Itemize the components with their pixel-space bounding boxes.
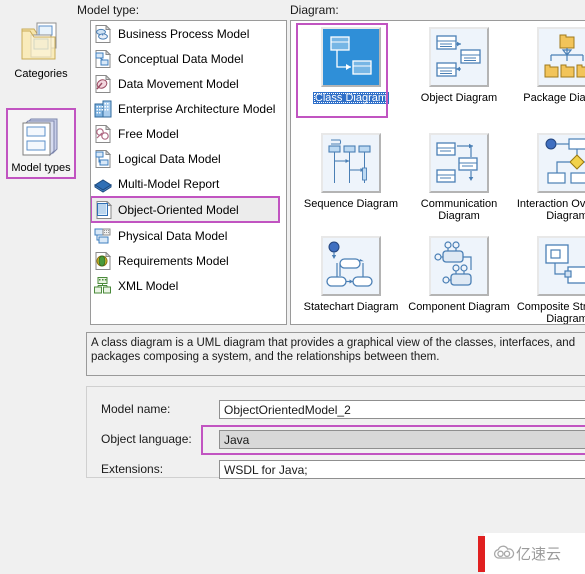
composite-structure-diagram-icon <box>537 236 585 296</box>
enterprise-architecture-model-icon <box>94 100 112 118</box>
diagram-label: Diagram: <box>290 3 339 17</box>
diagram-item[interactable]: Object Diagram <box>407 27 511 104</box>
business-process-model-icon <box>94 23 112 43</box>
model-type-item-label: Object-Oriented Model <box>118 202 239 217</box>
form-row-label: Model name: <box>101 402 171 416</box>
model-type-item[interactable]: Logical Data Model <box>91 146 286 171</box>
communication-diagram-icon <box>429 133 489 193</box>
category-rail: Categories Model types <box>0 0 80 340</box>
model-type-item-label: Free Model <box>118 126 179 141</box>
diagram-item-label: Composite Structure Diagram <box>516 301 585 325</box>
sequence-diagram-icon <box>321 133 381 193</box>
diagram-item[interactable]: Component Diagram <box>407 236 511 313</box>
model-type-item-label: Physical Data Model <box>118 228 228 243</box>
diagram-item-label: Object Diagram <box>420 92 498 104</box>
model-type-item[interactable]: Physical Data Model <box>91 223 286 248</box>
model-type-item-label: Requirements Model <box>118 253 229 268</box>
multi-model-report-icon <box>94 175 112 193</box>
diagram-item-label: Statechart Diagram <box>303 301 399 313</box>
statechart-diagram-icon <box>321 236 381 296</box>
diagram-item-label: Communication Diagram <box>420 198 498 222</box>
rail-item-model-types[interactable]: Model types <box>6 108 76 179</box>
diagram-item[interactable]: Sequence Diagram <box>299 133 403 210</box>
cloud-icon <box>493 545 515 559</box>
object-language-field[interactable]: Java <box>219 430 585 449</box>
folder-documents-icon <box>21 22 57 60</box>
xml-model-icon <box>94 276 112 295</box>
diagram-item-label: Class Diagram <box>312 92 390 104</box>
object-diagram-icon <box>429 27 489 87</box>
diagram-item[interactable]: Interaction Overview Diagram <box>515 133 585 222</box>
new-model-dialog: Categories Model types Model type: Diagr… <box>0 0 585 574</box>
model-type-item-label: Conceptual Data Model <box>118 51 244 66</box>
diagram-item[interactable]: Communication Diagram <box>407 133 511 222</box>
rail-item-categories[interactable]: Categories <box>6 14 76 83</box>
model-type-item-label: XML Model <box>118 278 179 293</box>
model-type-item[interactable]: Conceptual Data Model <box>91 46 286 71</box>
physical-data-model-icon <box>94 227 112 245</box>
model-type-item[interactable]: Enterprise Architecture Model <box>91 96 286 121</box>
diagram-item-label: Sequence Diagram <box>303 198 399 210</box>
package-diagram-icon <box>537 27 585 87</box>
conceptual-data-model-icon <box>94 48 112 68</box>
model-type-item-label: Data Movement Model <box>118 76 239 91</box>
interaction-overview-diagram-icon <box>537 133 585 193</box>
model-type-item[interactable]: Data Movement Model <box>91 71 286 96</box>
extensions-field[interactable]: WSDL for Java; <box>219 460 585 479</box>
diagram-item-label: Interaction Overview Diagram <box>516 198 585 222</box>
model-properties-group: Model name: ObjectOrientedModel_2 Object l… <box>86 386 585 480</box>
diagram-item[interactable]: Composite Structure Diagram <box>515 236 585 325</box>
model-type-item-label: Enterprise Architecture Model <box>118 101 276 116</box>
diagram-description: A class diagram is a UML diagram that pr… <box>86 332 585 376</box>
diagram-item[interactable]: Package Diagram <box>515 27 585 104</box>
watermark-text: 亿速云 <box>516 545 562 563</box>
stacked-models-icon <box>22 118 58 157</box>
diagram-item-label: Component Diagram <box>408 301 510 313</box>
requirements-model-icon <box>94 250 112 270</box>
watermark: 亿速云 <box>478 533 585 574</box>
model-type-item[interactable]: Multi-Model Report <box>91 171 286 196</box>
free-model-icon <box>94 123 112 143</box>
form-row: Object language: Java <box>101 430 585 450</box>
model-type-item[interactable]: Requirements Model <box>91 248 286 273</box>
model-name-field[interactable]: ObjectOrientedModel_2 <box>219 400 585 419</box>
form-row-label: Object language: <box>101 432 192 446</box>
class-diagram-icon <box>321 27 381 87</box>
logical-data-model-icon <box>94 148 112 168</box>
model-type-item-label: Business Process Model <box>118 26 250 41</box>
model-type-item[interactable]: Business Process Model <box>91 21 286 46</box>
diagram-listbox[interactable]: Class Diagram Object Diagram Package Diagr… <box>290 20 585 325</box>
model-type-item[interactable]: Free Model <box>91 121 286 146</box>
model-type-item-selected[interactable]: Object-Oriented Model <box>91 196 280 223</box>
form-row-label: Extensions: <box>101 462 164 476</box>
data-movement-model-icon <box>94 73 112 93</box>
diagram-item-selected[interactable]: Class Diagram <box>299 27 403 104</box>
watermark-bar <box>478 536 485 572</box>
model-type-item-label: Logical Data Model <box>118 151 221 166</box>
model-type-item-label: Multi-Model Report <box>118 176 220 191</box>
model-type-label: Model type: <box>77 3 140 17</box>
object-oriented-model-icon <box>95 199 113 219</box>
rail-item-label: Categories <box>14 68 68 80</box>
model-type-listbox[interactable]: Business Process Model Conceptual Data Mo… <box>90 20 287 325</box>
form-row: Model name: ObjectOrientedModel_2 <box>101 400 585 420</box>
form-row: Extensions: WSDL for Java; <box>101 460 585 480</box>
rail-item-label: Model types <box>11 162 71 174</box>
component-diagram-icon <box>429 236 489 296</box>
model-type-item[interactable]: XML Model <box>91 273 286 298</box>
diagram-item[interactable]: Statechart Diagram <box>299 236 403 313</box>
diagram-item-label: Package Diagram <box>523 92 585 104</box>
